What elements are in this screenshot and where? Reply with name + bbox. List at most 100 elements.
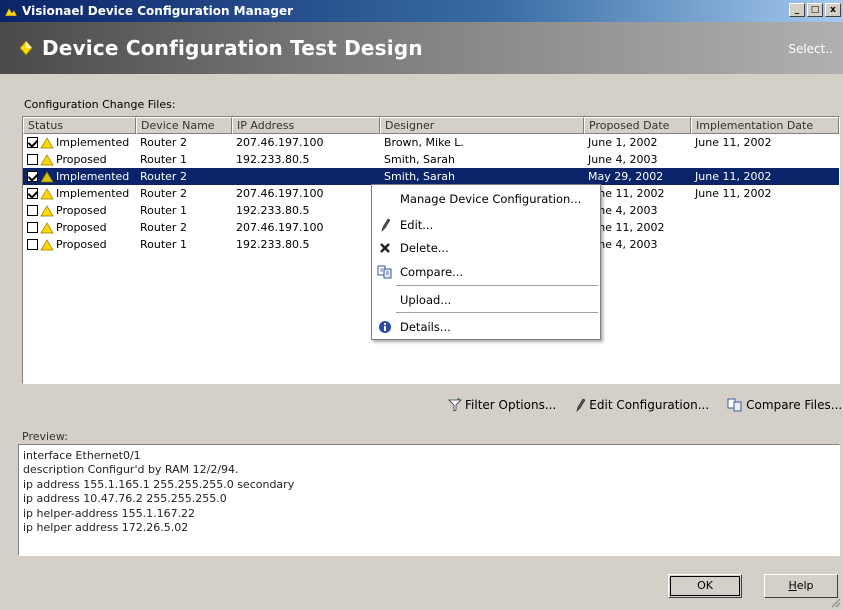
table-row[interactable]: Proposed Router 1 192.233.80.5 Smith, Sarah… [23, 151, 839, 168]
status-cell: Proposed [23, 204, 136, 217]
help-mnemonic: H [788, 579, 797, 592]
header-banner: Device Configuration Test Design Select.… [0, 22, 843, 74]
cell-implemented: June 11, 2002 [695, 136, 772, 149]
row-checkbox[interactable] [27, 188, 38, 199]
warning-triangle-icon [40, 170, 54, 182]
column-designer[interactable]: Designer [380, 117, 584, 134]
cell-proposed: June 4, 2003 [588, 153, 658, 166]
compare-files-button[interactable]: Compare Files... [727, 398, 842, 412]
warning-triangle-icon [40, 136, 54, 148]
status-label: Implemented [56, 187, 130, 200]
list-toolbar: Filter Options... Edit Configuration... … [448, 398, 842, 412]
resize-grip-icon[interactable] [829, 596, 841, 608]
row-checkbox[interactable] [27, 205, 38, 216]
row-checkbox[interactable] [27, 137, 38, 148]
menu-item-details[interactable]: Details... [372, 316, 600, 338]
cell-device: Router 1 [140, 153, 187, 166]
status-label: Proposed [56, 204, 107, 217]
row-checkbox[interactable] [27, 154, 38, 165]
maximize-button[interactable]: □ [807, 3, 823, 17]
cell-designer: Brown, Mike L. [384, 136, 464, 149]
filter-icon [448, 398, 462, 412]
table-row[interactable]: Implemented Router 2 Smith, Sarah May 29, 2… [23, 168, 839, 185]
menu-item-label: Compare... [400, 265, 464, 279]
cell-implemented: June 11, 2002 [695, 170, 772, 183]
compare-icon [374, 264, 396, 280]
cell-proposed: May 29, 2002 [588, 170, 664, 183]
compare-icon [727, 398, 742, 412]
column-status[interactable]: Status [23, 117, 136, 134]
delete-x-icon [374, 240, 396, 256]
cell-ip: 192.233.80.5 [236, 153, 310, 166]
column-device-name[interactable]: Device Name [136, 117, 232, 134]
select-link[interactable]: Select.. [788, 42, 833, 56]
menu-separator [396, 312, 598, 313]
table-row[interactable]: Implemented Router 2 207.46.197.100 Brown, … [23, 134, 839, 151]
pencil-icon [576, 398, 586, 412]
menu-item-upload[interactable]: Upload... [372, 289, 600, 311]
status-label: Implemented [56, 170, 130, 183]
menu-separator [396, 285, 598, 286]
status-cell: Proposed [23, 221, 136, 234]
cell-device: Router 1 [140, 204, 187, 217]
menu-item-edit[interactable]: Edit... [372, 214, 600, 236]
cell-implemented: June 11, 2002 [695, 187, 772, 200]
preview-line: ip helper address 172.26.5.02 [23, 521, 189, 535]
warning-triangle-icon [40, 221, 54, 233]
cell-designer: Smith, Sarah [384, 170, 455, 183]
status-cell: Proposed [23, 153, 136, 166]
menu-item-label: Upload... [400, 293, 452, 307]
row-checkbox[interactable] [27, 222, 38, 233]
cell-designer: Smith, Sarah [384, 153, 455, 166]
window-title: Visionael Device Configuration Manager [22, 4, 294, 18]
page-title: Device Configuration Test Design [42, 36, 423, 60]
edit-configuration-button[interactable]: Edit Configuration... [574, 398, 709, 412]
menu-item-delete[interactable]: Delete... [372, 237, 600, 259]
preview-line: ip helper-address 155.1.167.22 [23, 506, 196, 520]
ok-button[interactable]: OK [668, 574, 742, 598]
menu-item-label: Delete... [400, 241, 449, 255]
warning-triangle-icon [40, 153, 54, 165]
status-label: Proposed [56, 153, 107, 166]
column-proposed-date[interactable]: Proposed Date [584, 117, 691, 134]
row-checkbox[interactable] [27, 171, 38, 182]
window-titlebar[interactable]: Visionael Device Configuration Manager _… [0, 0, 843, 22]
menu-item-label: Edit... [400, 218, 434, 232]
info-icon [374, 319, 396, 335]
warning-triangle-icon [40, 204, 54, 216]
cell-proposed: June 1, 2002 [588, 136, 658, 149]
menu-item-manage[interactable]: Manage Device Configuration... [372, 188, 600, 210]
cell-device: Router 2 [140, 170, 187, 183]
cell-device: Router 2 [140, 221, 187, 234]
status-label: Proposed [56, 221, 107, 234]
cell-ip: 192.233.80.5 [236, 204, 310, 217]
edit-configuration-label: Edit Configuration... [589, 398, 710, 412]
preview-pane[interactable]: interface Ethernet0/1 description Config… [18, 444, 840, 556]
cell-device: Router 2 [140, 136, 187, 149]
cell-ip: 207.46.197.100 [236, 187, 324, 200]
list-header: Status Device Name IP Address Designer P… [23, 117, 839, 134]
menu-item-compare[interactable]: Compare... [372, 261, 600, 283]
menu-item-label: Manage Device Configuration... [400, 192, 582, 206]
help-label: elp [796, 579, 814, 592]
warning-triangle-icon [40, 238, 54, 250]
cell-ip: 207.46.197.100 [236, 221, 324, 234]
diamond-icon [19, 40, 33, 56]
help-button[interactable]: Help [764, 574, 838, 598]
minimize-button[interactable]: _ [789, 3, 805, 17]
preview-line: description Configur'd by RAM 12/2/94. [23, 463, 239, 477]
column-implementation-date[interactable]: Implementation Date [691, 117, 839, 134]
status-label: Implemented [56, 136, 130, 149]
status-cell: Implemented [23, 136, 136, 149]
column-ip-address[interactable]: IP Address [232, 117, 380, 134]
menu-item-label: Details... [400, 320, 451, 334]
status-cell: Implemented [23, 187, 136, 200]
preview-line: ip address 10.47.76.2 255.255.255.0 [23, 492, 227, 506]
cell-device: Router 1 [140, 238, 187, 251]
preview-line: ip address 155.1.165.1 255.255.255.0 sec… [23, 477, 295, 491]
row-checkbox[interactable] [27, 239, 38, 250]
filter-options-button[interactable]: Filter Options... [448, 398, 556, 412]
app-icon [4, 7, 18, 17]
close-button[interactable]: x [825, 3, 841, 17]
status-cell: Implemented [23, 170, 136, 183]
